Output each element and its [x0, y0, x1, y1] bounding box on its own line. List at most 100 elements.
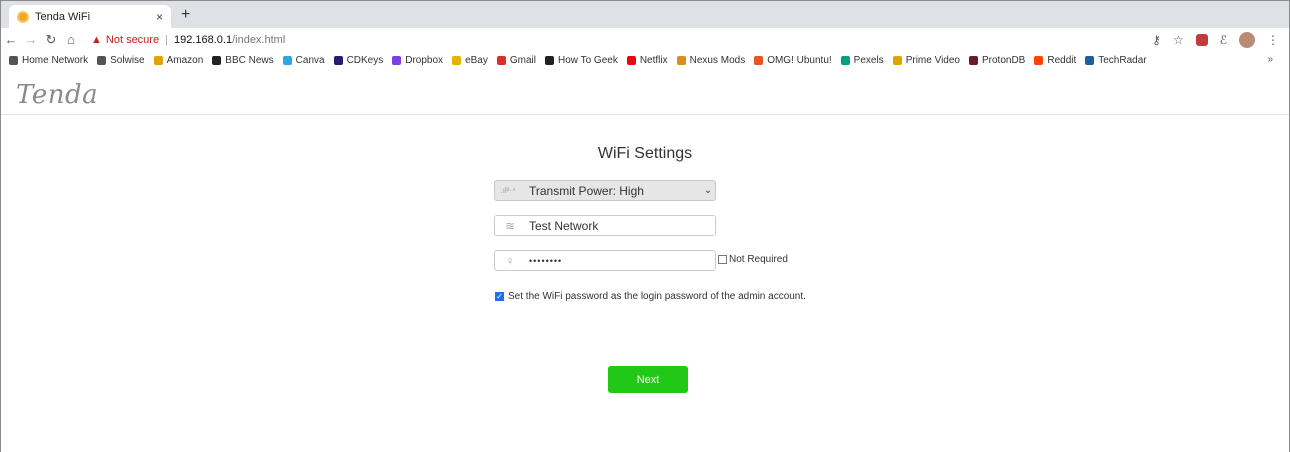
bookmark-label: eBay — [465, 55, 488, 66]
password-mask: •••••••• — [529, 255, 563, 266]
bookmark-favicon-icon — [892, 56, 902, 65]
header-divider — [1, 114, 1289, 115]
bookmark-favicon-icon — [840, 56, 850, 65]
bookmark-favicon-icon — [153, 56, 163, 65]
bookmark-favicon-icon — [676, 56, 686, 65]
bookmark-label: ProtonDB — [981, 55, 1026, 66]
bookmark-item[interactable]: Solwise — [97, 55, 145, 66]
bookmark-label: Pexels — [853, 55, 884, 66]
page-content: Tenda WiFi Settings .ıl²·⁴ Transmit Powe… — [1, 70, 1289, 452]
signal-2g-icon: .ıl²·⁴ — [500, 186, 516, 195]
extension-icon[interactable]: ℰ — [1220, 33, 1227, 47]
bookmark-item[interactable]: TechRadar — [1085, 55, 1147, 66]
new-tab-icon[interactable]: + — [181, 6, 190, 24]
close-tab-icon[interactable]: × — [156, 10, 163, 24]
bookmark-item[interactable]: BBC News — [212, 55, 274, 66]
forward-icon[interactable]: → — [21, 32, 41, 47]
chevron-down-icon: ⌄ — [703, 185, 713, 196]
transmit-power-select[interactable]: .ıl²·⁴ Transmit Power: High ⌄ — [494, 180, 716, 201]
admin-password-checkbox[interactable]: ✓ — [495, 292, 504, 301]
tab-tenda-wifi[interactable]: Tenda WiFi × — [9, 5, 171, 28]
bookmark-item[interactable]: Home Network — [9, 55, 88, 66]
bookmark-item[interactable]: Canva — [282, 55, 325, 66]
browser-window: Tenda WiFi × + ← → ↻ ⌂ ▲ Not secure | 19… — [0, 0, 1290, 452]
bookmark-label: Solwise — [110, 55, 145, 66]
admin-password-option[interactable]: ✓ Set the WiFi password as the login pas… — [495, 291, 806, 302]
home-icon[interactable]: ⌂ — [61, 32, 81, 47]
bookmark-favicon-icon — [1034, 56, 1044, 65]
bookmark-star-icon[interactable]: ☆ — [1173, 33, 1184, 47]
bookmark-favicon-icon — [496, 56, 506, 65]
transmit-power-value: Transmit Power: High — [529, 183, 644, 198]
bookmark-favicon-icon — [392, 56, 402, 65]
bookmark-item[interactable]: CDKeys — [333, 55, 384, 66]
back-icon[interactable]: ← — [1, 32, 21, 47]
address-separator: | — [165, 33, 168, 46]
bookmark-label: How To Geek — [557, 55, 618, 66]
wifi-icon: ≋ — [504, 218, 516, 233]
bookmark-label: Canva — [295, 55, 325, 66]
tenda-logo: Tenda — [16, 80, 99, 110]
not-required-checkbox[interactable] — [718, 255, 727, 264]
bookmark-favicon-icon — [452, 56, 462, 65]
key-icon[interactable]: ⚷ — [1152, 33, 1161, 47]
bookmark-item[interactable]: ProtonDB — [968, 55, 1026, 66]
toolbar-right-icons: ⚷ ☆ ℰ ⋮ — [1152, 32, 1279, 48]
not-secure-label[interactable]: Not secure — [106, 34, 159, 46]
bookmark-label: CDKeys — [346, 55, 384, 66]
bookmark-item[interactable]: OMG! Ubuntu! — [754, 55, 832, 66]
ssid-value: Test Network — [529, 218, 599, 233]
address-bar[interactable]: ▲ Not secure | 192.168.0.1/index.html — [91, 34, 285, 46]
reload-icon[interactable]: ↻ — [41, 32, 61, 48]
bookmark-item[interactable]: Netflix — [626, 55, 668, 66]
bookmark-item[interactable]: How To Geek — [544, 55, 618, 66]
ssid-input[interactable]: ≋ Test Network — [494, 215, 716, 236]
bookmark-label: Dropbox — [405, 55, 444, 66]
key-lock-icon: ♀ — [505, 253, 515, 268]
bookmark-label: Prime Video — [905, 55, 960, 66]
bookmark-label: Nexus Mods — [689, 55, 746, 66]
bookmark-label: Amazon — [166, 55, 204, 66]
tab-title: Tenda WiFi — [35, 10, 91, 23]
bookmark-item[interactable]: Prime Video — [892, 55, 960, 66]
bookmark-item[interactable]: eBay — [452, 55, 488, 66]
bookmark-favicon-icon — [333, 56, 343, 65]
tab-strip: Tenda WiFi × + — [1, 1, 1289, 28]
bookmark-label: Home Network — [22, 55, 89, 66]
bookmark-item[interactable]: Amazon — [153, 55, 204, 66]
bookmark-favicon-icon — [1085, 56, 1095, 65]
bookmark-favicon-icon — [97, 56, 107, 65]
url-path: /index.html — [232, 33, 286, 46]
wifi-password-input[interactable]: ♀ •••••••• — [494, 250, 716, 271]
bookmark-item[interactable]: Pexels — [840, 55, 884, 66]
page-title: WiFi Settings — [597, 145, 693, 162]
bookmark-favicon-icon — [544, 56, 554, 65]
not-required-option[interactable]: Not Required — [718, 254, 788, 265]
bookmark-favicon-icon — [626, 56, 636, 65]
bookmark-label: Netflix — [639, 55, 668, 66]
bookmark-favicon-icon — [212, 56, 222, 65]
profile-avatar-icon[interactable] — [1239, 32, 1255, 48]
browser-toolbar: ← → ↻ ⌂ ▲ Not secure | 192.168.0.1/index… — [1, 28, 1289, 51]
bookmark-item[interactable]: Gmail — [496, 55, 536, 66]
menu-kebab-icon[interactable]: ⋮ — [1267, 33, 1279, 47]
bookmark-label: TechRadar — [1098, 55, 1147, 66]
url-host: 192.168.0.1 — [173, 33, 233, 46]
bookmark-favicon-icon — [754, 56, 764, 65]
bookmark-item[interactable]: Dropbox — [392, 55, 443, 66]
bookmark-item[interactable]: Reddit — [1034, 55, 1076, 66]
ublock-extension-icon[interactable] — [1195, 34, 1208, 46]
bookmarks-bar: Home Network Solwise Amazon BBC News Canva CD… — [1, 51, 1289, 70]
bookmark-label: BBC News — [225, 55, 274, 66]
bookmark-favicon-icon — [9, 56, 18, 65]
bookmark-item[interactable]: Nexus Mods — [676, 55, 746, 66]
bookmark-favicon-icon — [968, 56, 978, 65]
bookmark-favicon-icon — [282, 56, 292, 65]
not-required-label: Not Required — [729, 254, 788, 265]
admin-password-label: Set the WiFi password as the login passw… — [508, 291, 806, 302]
bookmarks-overflow-icon[interactable]: » — [1267, 54, 1273, 65]
tenda-favicon-icon — [17, 10, 29, 23]
next-button[interactable]: Next — [608, 366, 688, 393]
bookmark-label: Gmail — [509, 55, 536, 66]
warning-icon: ▲ — [91, 33, 102, 46]
